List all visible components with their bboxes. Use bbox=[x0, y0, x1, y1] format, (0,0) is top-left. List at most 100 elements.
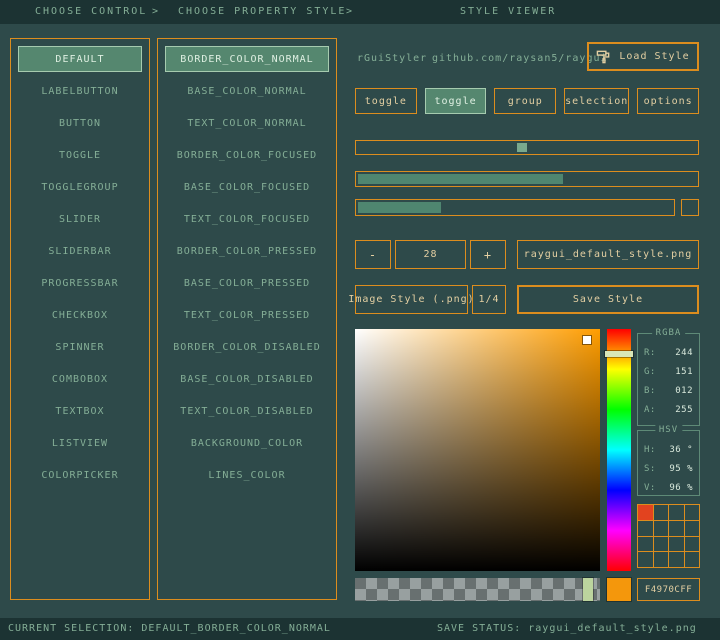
alpha-bar[interactable] bbox=[355, 578, 600, 601]
control-list-item[interactable]: LISTVIEW bbox=[18, 430, 142, 456]
progress-end-box[interactable] bbox=[681, 199, 699, 216]
toggle-button[interactable]: options bbox=[637, 88, 699, 114]
hue-bar[interactable] bbox=[607, 329, 631, 571]
control-list-item-label: TOGGLE bbox=[59, 150, 101, 161]
property-list-item-label: BASE_COLOR_FOCUSED bbox=[184, 182, 310, 193]
toggle-button-label: group bbox=[508, 96, 543, 107]
property-list-item[interactable]: BORDER_COLOR_FOCUSED bbox=[165, 142, 329, 168]
property-list-item[interactable]: BASE_COLOR_PRESSED bbox=[165, 270, 329, 296]
spinner-value-box[interactable]: 28 bbox=[395, 240, 466, 269]
color-saturation-value-panel[interactable] bbox=[355, 329, 600, 571]
property-list-item[interactable]: BASE_COLOR_FOCUSED bbox=[165, 174, 329, 200]
toggle-button[interactable]: toggle bbox=[355, 88, 417, 114]
combo-counter-value: 1/4 bbox=[478, 294, 499, 305]
rgba-row-label: R: bbox=[644, 348, 656, 358]
control-list-item-label: DEFAULT bbox=[55, 54, 104, 65]
combo-counter-box[interactable]: 1/4 bbox=[472, 285, 506, 314]
control-list-item[interactable]: DEFAULT bbox=[18, 46, 142, 72]
load-style-button[interactable]: Load Style bbox=[587, 42, 699, 71]
color-sample-cell[interactable] bbox=[685, 505, 700, 520]
rgba-row: G: 151 bbox=[638, 362, 699, 381]
control-list-item[interactable]: COMBOBOX bbox=[18, 366, 142, 392]
color-sample-cell[interactable] bbox=[669, 521, 684, 536]
control-list-item-label: CHECKBOX bbox=[52, 310, 108, 321]
property-list-item[interactable]: TEXT_COLOR_PRESSED bbox=[165, 302, 329, 328]
repo-link[interactable]: github.com/raysan5/raygui bbox=[432, 53, 608, 64]
breadcrumb-separator: > bbox=[346, 0, 354, 24]
property-list-item[interactable]: BORDER_COLOR_NORMAL bbox=[165, 46, 329, 72]
property-list-item[interactable]: TEXT_COLOR_DISABLED bbox=[165, 398, 329, 424]
color-sample-cell[interactable] bbox=[669, 537, 684, 552]
color-sample-cell[interactable] bbox=[685, 552, 700, 567]
spinner-plus-button[interactable]: + bbox=[470, 240, 506, 269]
hsv-row-value: 95 % bbox=[669, 464, 693, 474]
control-list-item-label: TOGGLEGROUP bbox=[41, 182, 118, 193]
slider[interactable] bbox=[355, 140, 699, 155]
control-list-item-label: LISTVIEW bbox=[52, 438, 108, 449]
save-status: SAVE STATUS: raygui_default_style.png bbox=[437, 618, 697, 640]
control-list-item[interactable]: SLIDER bbox=[18, 206, 142, 232]
control-list-item[interactable]: SLIDERBAR bbox=[18, 238, 142, 264]
color-sample-cell[interactable] bbox=[654, 537, 669, 552]
control-list-item[interactable]: CHECKBOX bbox=[18, 302, 142, 328]
color-sample-cell[interactable] bbox=[638, 552, 653, 567]
control-list-item[interactable]: TEXTBOX bbox=[18, 398, 142, 424]
filename-textbox[interactable]: raygui_default_style.png bbox=[517, 240, 699, 269]
property-list-item[interactable]: BACKGROUND_COLOR bbox=[165, 430, 329, 456]
property-list-item[interactable]: BORDER_COLOR_PRESSED bbox=[165, 238, 329, 264]
control-list-item-label: PROGRESSBAR bbox=[41, 278, 118, 289]
color-sample-cell[interactable] bbox=[669, 505, 684, 520]
toggle-button[interactable]: toggle bbox=[425, 88, 487, 114]
property-list-item-label: BASE_COLOR_DISABLED bbox=[180, 374, 313, 385]
control-list-item-label: TEXTBOX bbox=[55, 406, 104, 417]
color-sample-cell[interactable] bbox=[638, 537, 653, 552]
color-sample-cell[interactable] bbox=[638, 505, 653, 520]
control-list-item[interactable]: TOGGLEGROUP bbox=[18, 174, 142, 200]
color-sample-cell[interactable] bbox=[654, 505, 669, 520]
spinner-value: 28 bbox=[423, 249, 437, 260]
toggle-button[interactable]: selection bbox=[564, 88, 629, 114]
control-list-item[interactable]: SPINNER bbox=[18, 334, 142, 360]
property-list-item-label: LINES_COLOR bbox=[208, 470, 285, 481]
slider-bar[interactable] bbox=[355, 171, 699, 187]
statusbar: CURRENT SELECTION: DEFAULT_BORDER_COLOR_… bbox=[0, 618, 720, 640]
control-list-item[interactable]: PROGRESSBAR bbox=[18, 270, 142, 296]
hue-selector[interactable] bbox=[605, 351, 633, 357]
control-list-item-label: LABELBUTTON bbox=[41, 86, 118, 97]
color-sample-cell[interactable] bbox=[638, 521, 653, 536]
property-list-item[interactable]: BASE_COLOR_DISABLED bbox=[165, 366, 329, 392]
spinner-minus-button[interactable]: - bbox=[355, 240, 391, 269]
hex-value-text: F4970CFF bbox=[645, 585, 692, 595]
toggle-button[interactable]: group bbox=[494, 88, 556, 114]
color-sample-cell[interactable] bbox=[685, 521, 700, 536]
control-list-item[interactable]: COLORPICKER bbox=[18, 462, 142, 488]
toggle-group: toggle toggle group selection options bbox=[355, 88, 699, 114]
control-list-item-label: COLORPICKER bbox=[41, 470, 118, 481]
hex-value-box[interactable]: F4970CFF bbox=[637, 578, 700, 601]
color-panel-marker[interactable] bbox=[583, 336, 591, 344]
color-sample-cell[interactable] bbox=[654, 552, 669, 567]
color-sample-cell[interactable] bbox=[685, 537, 700, 552]
toggle-button-label: toggle bbox=[365, 96, 407, 107]
slider-handle[interactable] bbox=[517, 143, 527, 152]
breadcrumb-separator: > bbox=[152, 0, 160, 24]
control-list-item[interactable]: BUTTON bbox=[18, 110, 142, 136]
save-style-button[interactable]: Save Style bbox=[517, 285, 699, 314]
control-list-item[interactable]: TOGGLE bbox=[18, 142, 142, 168]
property-list-item[interactable]: BASE_COLOR_NORMAL bbox=[165, 78, 329, 104]
color-sample-cell[interactable] bbox=[654, 521, 669, 536]
property-list-item[interactable]: TEXT_COLOR_NORMAL bbox=[165, 110, 329, 136]
color-sample-cell[interactable] bbox=[669, 552, 684, 567]
alpha-handle[interactable] bbox=[583, 578, 593, 601]
property-list-item[interactable]: BORDER_COLOR_DISABLED bbox=[165, 334, 329, 360]
control-list-item-label: SPINNER bbox=[55, 342, 104, 353]
topbar-choose-control: CHOOSE CONTROL bbox=[35, 0, 147, 24]
property-list-item[interactable]: TEXT_COLOR_FOCUSED bbox=[165, 206, 329, 232]
hsv-groupbox: HSV H: 36 ° S: 95 % V: 96 % bbox=[637, 430, 700, 496]
image-style-combo-button[interactable]: Image Style (.png) bbox=[355, 285, 468, 314]
hsv-row-value: 96 % bbox=[669, 483, 693, 493]
control-list-item[interactable]: LABELBUTTON bbox=[18, 78, 142, 104]
property-list-item[interactable]: LINES_COLOR bbox=[165, 462, 329, 488]
filename-text: raygui_default_style.png bbox=[524, 249, 693, 260]
hsv-groupbox-title: HSV bbox=[655, 425, 682, 435]
